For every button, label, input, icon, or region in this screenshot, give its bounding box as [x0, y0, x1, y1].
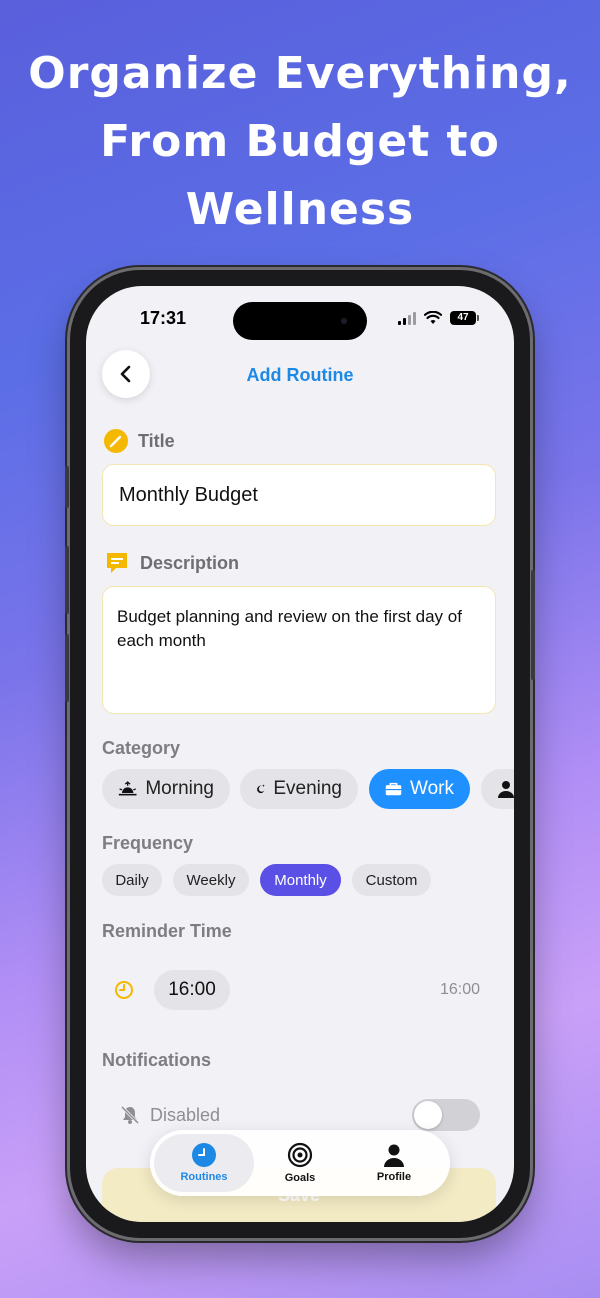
bell-slash-icon: [120, 1105, 140, 1125]
headline-line-1: Organize Everything,: [28, 48, 572, 99]
target-icon: [287, 1142, 313, 1168]
description-label-row: Description: [104, 550, 239, 576]
category-chip-work[interactable]: Work: [369, 769, 470, 809]
moon-icon: [257, 784, 265, 794]
headline-line-3: Wellness: [185, 184, 415, 235]
action-button: [65, 466, 69, 508]
volume-down-button: [65, 634, 69, 702]
tab-goals[interactable]: Goals: [250, 1134, 350, 1192]
app-screen: 17:31 47 Add Routine Title Monthly Budge…: [86, 286, 514, 1222]
phone-frame: 17:31 47 Add Routine Title Monthly Budge…: [65, 270, 535, 1238]
title-input[interactable]: Monthly Budget: [102, 464, 496, 526]
notifications-state-label: Disabled: [150, 1105, 221, 1125]
headline-line-2: From Budget to: [100, 116, 500, 167]
message-icon: [107, 553, 127, 573]
signal-icon: [398, 311, 416, 325]
frequency-option-custom[interactable]: Custom: [352, 864, 431, 896]
wifi-icon: [424, 311, 442, 324]
pencil-icon: [104, 429, 128, 453]
notifications-label: Notifications: [102, 1050, 212, 1070]
battery-icon: 47: [450, 311, 479, 325]
title-label-row: Title: [104, 429, 175, 453]
reminder-time-display: 16:00: [439, 981, 480, 998]
tab-bar: Routines Goals Profile: [150, 1130, 450, 1196]
reminder-time-label: Reminder Time: [102, 921, 232, 941]
tab-label: Routines: [180, 1171, 228, 1183]
person-icon: [498, 781, 514, 798]
description-input[interactable]: Budget planning and review on the first …: [102, 586, 496, 714]
category-chip-label: Morning: [145, 778, 214, 799]
frequency-option-daily[interactable]: Daily: [102, 864, 162, 896]
category-chip-personal[interactable]: [481, 769, 514, 809]
sunrise-icon: [118, 781, 137, 796]
person-icon: [384, 1144, 404, 1167]
description-label: Description: [140, 552, 240, 573]
page-title: Add Routine: [246, 365, 354, 385]
category-chip-label: Work: [410, 778, 454, 799]
status-icons: 47: [398, 311, 479, 325]
category-label: Category: [102, 738, 181, 758]
clock-icon: [192, 1143, 216, 1167]
reminder-time-picker[interactable]: 16:00: [154, 970, 230, 1010]
status-time: 17:31: [140, 308, 187, 328]
tab-routines[interactable]: Routines: [154, 1134, 254, 1192]
notifications-toggle[interactable]: [412, 1099, 480, 1131]
category-chip-label: Evening: [273, 778, 342, 799]
frequency-label: Frequency: [102, 833, 194, 853]
power-button: [531, 570, 535, 680]
promo-headline: Organize Everything, From Budget to Well…: [0, 40, 600, 244]
title-label: Title: [138, 430, 175, 451]
tab-label: Goals: [284, 1172, 316, 1184]
frequency-option-monthly[interactable]: Monthly: [260, 864, 341, 896]
tab-profile[interactable]: Profile: [344, 1134, 444, 1192]
volume-up-button: [65, 546, 69, 614]
frequency-option-weekly[interactable]: Weekly: [173, 864, 249, 896]
briefcase-icon: [385, 782, 402, 796]
tab-label: Profile: [376, 1171, 412, 1183]
dynamic-island: [233, 302, 367, 340]
clock-icon: [115, 981, 133, 999]
category-chip-morning[interactable]: Morning: [102, 769, 230, 809]
category-chip-evening[interactable]: Evening: [240, 769, 358, 809]
